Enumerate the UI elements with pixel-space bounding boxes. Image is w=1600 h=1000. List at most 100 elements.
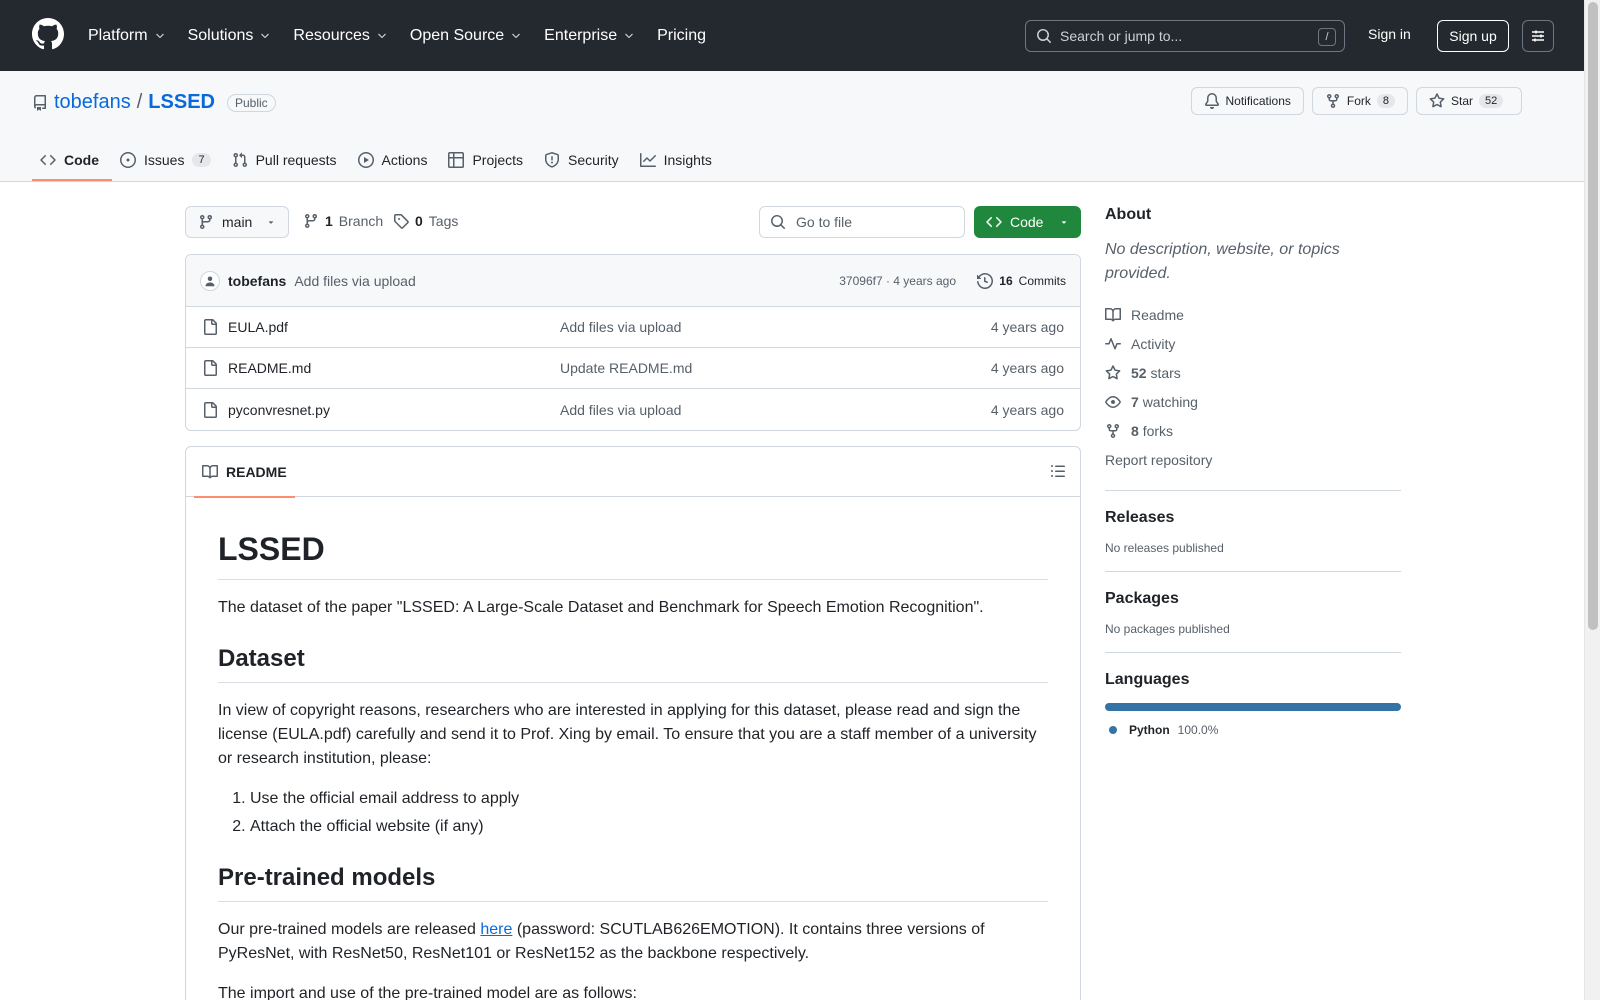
nav-pricing[interactable]: Pricing xyxy=(657,27,706,45)
watching-label: watching xyxy=(1142,393,1198,410)
file-row[interactable]: pyconvresnet.py Add files via upload 4 y… xyxy=(186,389,1080,430)
sign-in-link[interactable]: Sign in xyxy=(1368,26,1411,42)
branch-label: Branch xyxy=(338,213,384,229)
repo-owner-link[interactable]: tobefans xyxy=(54,91,131,114)
file-name[interactable]: pyconvresnet.py xyxy=(228,402,330,418)
nav-platform[interactable]: Platform xyxy=(88,27,166,45)
repo-actions: Notifications Fork 8 Star 52 xyxy=(1190,87,1522,115)
repo-name-link[interactable]: LSSED xyxy=(148,91,215,114)
book-icon xyxy=(202,464,218,479)
file-commit-message[interactable]: Add files via upload xyxy=(560,402,681,418)
forks-link[interactable]: 8 forks xyxy=(1105,416,1401,445)
tab-code[interactable]: Code xyxy=(32,139,112,181)
tab-actions[interactable]: Actions xyxy=(350,139,441,181)
packages-heading[interactable]: Packages xyxy=(1105,590,1401,608)
branch-icon xyxy=(199,215,212,230)
commit-author[interactable]: tobefans xyxy=(228,273,286,289)
list-item: Attach the official website (if any) xyxy=(250,815,1048,839)
watching-link[interactable]: 7 watching xyxy=(1105,387,1401,416)
tags-link[interactable]: 0 Tags xyxy=(393,213,458,229)
github-logo-icon[interactable] xyxy=(32,18,64,50)
repo-icon xyxy=(34,94,46,111)
stars-link[interactable]: 52 stars xyxy=(1105,358,1401,387)
search-shortcut: / xyxy=(1318,28,1336,46)
branches-link[interactable]: 1 Branch xyxy=(303,213,383,229)
nav-label: Solutions xyxy=(187,26,254,44)
main-content: main 1 Branch 0 Tags Go to file Code tob… xyxy=(185,206,1081,1000)
fork-button[interactable]: Fork 8 xyxy=(1311,87,1408,115)
nav-label: Platform xyxy=(88,26,148,44)
shield-icon xyxy=(545,152,560,168)
fork-icon xyxy=(1107,423,1119,438)
chevron-down-icon xyxy=(378,33,386,38)
play-icon xyxy=(357,152,374,168)
file-icon xyxy=(204,360,217,376)
sidebar: About No description, website, or topics… xyxy=(1105,206,1401,737)
language-item[interactable]: Python 100.0% xyxy=(1105,723,1401,737)
models-link[interactable]: here xyxy=(480,921,512,938)
readme-tab[interactable]: README xyxy=(194,447,295,498)
language-percent: 100.0% xyxy=(1177,723,1219,737)
chevron-down-icon xyxy=(155,33,164,38)
tab-label: Code xyxy=(64,152,99,168)
models-text-before: Our pre-trained models are released xyxy=(218,921,481,938)
nav-solutions[interactable]: Solutions xyxy=(188,27,272,45)
tab-label: Projects xyxy=(472,152,524,168)
nav-label: Enterprise xyxy=(544,26,618,44)
chevron-down-icon xyxy=(625,33,633,38)
star-icon xyxy=(1105,364,1121,379)
branch-selector[interactable]: main xyxy=(185,206,289,238)
list-item: Use the official email address to apply xyxy=(250,787,1048,811)
commit-message[interactable]: Add files via upload xyxy=(294,273,415,289)
menu-button[interactable] xyxy=(1522,20,1554,52)
models-text: Our pre-trained models are released here… xyxy=(218,918,1048,966)
pull-request-icon xyxy=(233,152,247,168)
star-button[interactable]: Star 52 xyxy=(1416,87,1522,115)
report-label: Report repository xyxy=(1105,451,1213,468)
activity-label: Activity xyxy=(1131,335,1176,352)
tab-insights[interactable]: Insights xyxy=(632,139,725,181)
issue-icon xyxy=(120,152,136,168)
releases-heading[interactable]: Releases xyxy=(1105,509,1401,527)
commit-sha-age[interactable]: 37096f7 · 4 years ago xyxy=(839,274,956,288)
divider xyxy=(1105,490,1401,491)
nav-open-source[interactable]: Open Source xyxy=(410,27,522,45)
file-row[interactable]: EULA.pdf Add files via upload 4 years ag… xyxy=(186,307,1080,348)
divider xyxy=(1105,652,1401,653)
scrollbar-thumb[interactable] xyxy=(1588,2,1598,630)
sign-up-button[interactable]: Sign up xyxy=(1437,20,1509,52)
readme-intro: The dataset of the paper "LSSED: A Large… xyxy=(218,599,984,616)
file-name[interactable]: README.md xyxy=(228,360,311,376)
eye-icon xyxy=(1105,395,1121,408)
issues-count: 7 xyxy=(192,153,211,167)
report-repository-link[interactable]: Report repository xyxy=(1105,445,1401,474)
nav-enterprise[interactable]: Enterprise xyxy=(544,27,635,45)
search-input[interactable]: Search or jump to... / xyxy=(1025,20,1345,52)
outline-button[interactable] xyxy=(1050,463,1066,479)
code-button[interactable]: Code xyxy=(974,206,1081,238)
readme-link[interactable]: Readme xyxy=(1105,300,1401,329)
file-commit-message[interactable]: Update README.md xyxy=(560,360,692,376)
nav-resources[interactable]: Resources xyxy=(293,27,387,45)
file-commit-message[interactable]: Add files via upload xyxy=(560,319,681,335)
go-to-file-input[interactable]: Go to file xyxy=(759,206,965,238)
tab-issues[interactable]: Issues 7 xyxy=(112,139,224,181)
releases-empty: No releases published xyxy=(1105,541,1224,555)
tab-projects[interactable]: Projects xyxy=(440,139,536,181)
commits-link[interactable]: 16 Commits xyxy=(977,272,1066,289)
page-scrollbar[interactable] xyxy=(1584,0,1600,1000)
repo-tabs: Code Issues 7 Pull requests Actions Proj… xyxy=(32,139,725,181)
file-name[interactable]: EULA.pdf xyxy=(228,319,288,335)
pulse-icon xyxy=(1105,337,1121,349)
stars-label: stars xyxy=(1150,364,1181,381)
avatar[interactable] xyxy=(200,270,220,291)
tab-pull-requests[interactable]: Pull requests xyxy=(224,139,350,181)
tab-label: Issues xyxy=(144,152,185,168)
file-row[interactable]: README.md Update README.md 4 years ago xyxy=(186,348,1080,389)
import-text: The import and use of the pre-trained mo… xyxy=(218,985,637,1000)
packages-empty: No packages published xyxy=(1105,622,1230,636)
bell-icon xyxy=(1204,93,1219,109)
activity-link[interactable]: Activity xyxy=(1105,329,1401,358)
notifications-button[interactable]: Notifications xyxy=(1190,87,1304,115)
tab-security[interactable]: Security xyxy=(536,139,632,181)
